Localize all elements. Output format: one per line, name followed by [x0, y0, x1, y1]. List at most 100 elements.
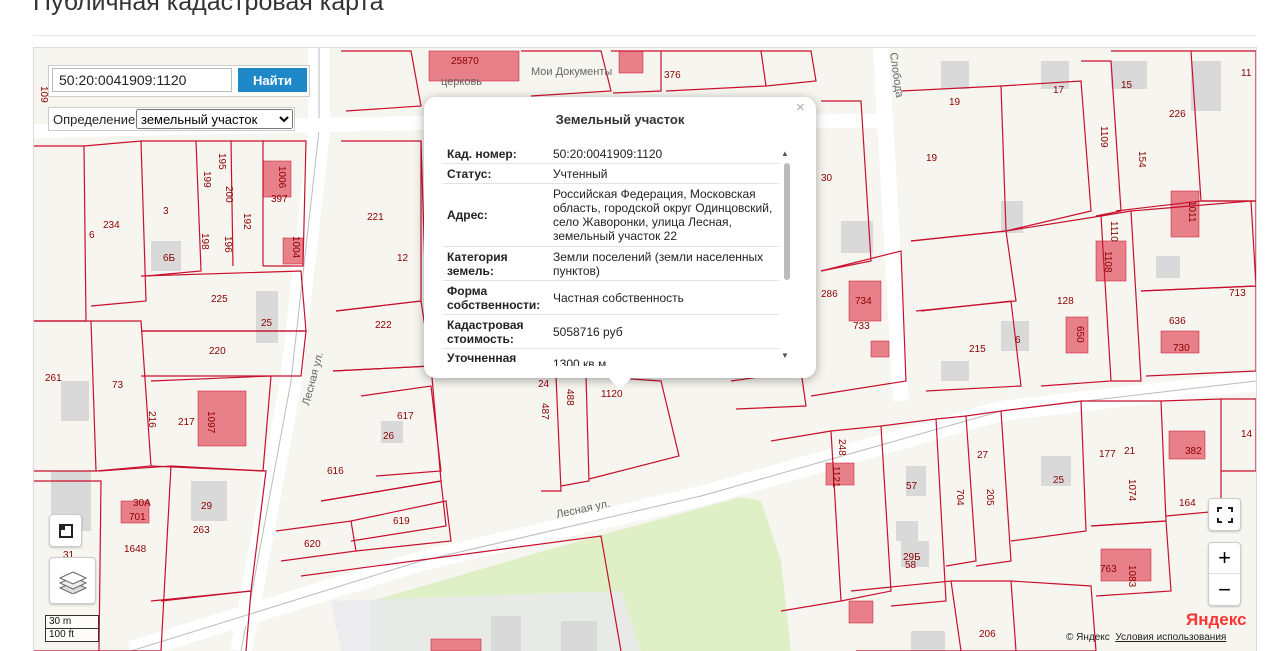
svg-text:248: 248 [836, 439, 847, 456]
scroll-up-arrow-icon[interactable]: ▲ [781, 149, 789, 158]
svg-text:216: 216 [146, 411, 157, 428]
svg-text:21: 21 [1124, 446, 1136, 457]
svg-text:286: 286 [821, 289, 838, 300]
svg-text:25870: 25870 [451, 56, 479, 67]
svg-text:1011: 1011 [1186, 201, 1197, 223]
svg-text:734: 734 [855, 296, 872, 307]
svg-text:церковь: церковь [441, 76, 482, 88]
svg-text:1006: 1006 [276, 166, 287, 189]
svg-text:1097: 1097 [205, 411, 216, 434]
search-input[interactable] [52, 68, 232, 92]
svg-text:1121: 1121 [830, 466, 841, 488]
page-title: Публичная кадастровая карта [33, 0, 384, 16]
svg-text:29: 29 [201, 501, 213, 512]
definition-label: Определение: [53, 112, 139, 127]
svg-text:198: 198 [199, 233, 210, 250]
popup-row-key: Уточненная площадь: [447, 351, 517, 366]
ruler-icon [58, 523, 73, 538]
ruler-button[interactable] [49, 514, 82, 547]
popup-scrollbar[interactable] [784, 163, 790, 280]
zoom-out-button[interactable]: − [1209, 574, 1240, 605]
layers-button[interactable] [49, 557, 96, 604]
popup-row-value: Земли поселений (земли населенных пункто… [553, 249, 764, 278]
svg-text:1074: 1074 [1126, 479, 1137, 502]
popup-row-key: Статус: [447, 167, 492, 181]
svg-text:215: 215 [969, 344, 986, 355]
popup-row-ownership: Форма собственности: Частная собственнос… [443, 280, 779, 314]
popup-row-value: Учтенный [553, 166, 608, 181]
popup-row-value: Частная собственность [553, 290, 684, 305]
scale-bar: 30 m 100 ft [45, 615, 99, 642]
svg-text:1648: 1648 [124, 544, 147, 555]
scroll-down-arrow-icon[interactable]: ▼ [781, 351, 789, 360]
svg-text:1083: 1083 [1126, 565, 1137, 588]
zoom-in-button[interactable]: + [1209, 543, 1240, 574]
svg-text:234: 234 [103, 220, 120, 231]
svg-text:73: 73 [112, 380, 124, 391]
svg-text:57: 57 [906, 481, 918, 492]
svg-text:733: 733 [853, 321, 870, 332]
popup-row-key: Форма собственности: [447, 284, 541, 312]
svg-text:487: 487 [539, 403, 550, 420]
svg-text:14: 14 [1241, 429, 1253, 440]
attribution: © Яндекс Условия использования [1066, 632, 1226, 643]
svg-text:17: 17 [1053, 85, 1065, 96]
svg-text:30А: 30А [133, 498, 151, 509]
svg-text:376: 376 [664, 70, 681, 81]
yandex-logo[interactable]: Яндекс [1186, 610, 1246, 630]
svg-text:192: 192 [241, 213, 252, 230]
svg-text:26: 26 [383, 431, 395, 442]
svg-text:199: 199 [201, 171, 212, 188]
svg-text:650: 650 [1074, 326, 1085, 343]
svg-text:617: 617 [397, 411, 414, 422]
svg-text:154: 154 [1136, 151, 1147, 168]
svg-text:205: 205 [984, 489, 995, 506]
copyright-text: © Яндекс [1066, 632, 1110, 643]
svg-text:225: 225 [211, 294, 228, 305]
svg-text:25: 25 [1053, 475, 1065, 486]
popup-row-area: Уточненная площадь: 1300 кв.м [443, 348, 779, 366]
svg-text:616: 616 [327, 466, 344, 477]
svg-text:488: 488 [564, 389, 575, 406]
svg-text:195: 195 [216, 153, 227, 170]
popup-pointer [608, 377, 632, 390]
svg-text:704: 704 [954, 489, 965, 506]
svg-text:701: 701 [129, 512, 146, 523]
svg-text:19: 19 [926, 153, 938, 164]
svg-text:1108: 1108 [1102, 251, 1113, 273]
svg-text:1120: 1120 [601, 389, 623, 400]
svg-text:12: 12 [397, 253, 409, 264]
svg-text:3: 3 [163, 206, 169, 217]
svg-text:30: 30 [821, 173, 833, 184]
svg-text:25: 25 [261, 318, 273, 329]
svg-text:1110: 1110 [1108, 221, 1119, 242]
definition-select[interactable]: земельный участок [136, 109, 293, 129]
svg-text:620: 620 [304, 539, 321, 550]
svg-text:6Б: 6Б [163, 253, 176, 264]
svg-text:19: 19 [949, 97, 961, 108]
svg-text:58: 58 [905, 560, 917, 571]
svg-text:221: 221 [367, 212, 384, 223]
terms-link[interactable]: Условия использования [1115, 632, 1226, 643]
svg-text:24: 24 [538, 379, 550, 390]
svg-text:Мои Документы: Мои Документы [531, 66, 612, 78]
svg-text:206: 206 [979, 629, 996, 640]
svg-text:261: 261 [45, 373, 62, 384]
fullscreen-button[interactable] [1208, 498, 1241, 531]
svg-text:397: 397 [271, 194, 288, 205]
svg-text:200: 200 [223, 186, 234, 203]
svg-text:6: 6 [89, 230, 95, 241]
popup-row-key: Адрес: [447, 208, 488, 222]
svg-text:27: 27 [977, 450, 989, 461]
zoom-control: + − [1208, 542, 1241, 606]
layers-icon [58, 570, 87, 594]
popup-row-key: Кадастровая стоимость: [447, 318, 524, 346]
popup-row-value: 1300 кв.м [553, 357, 607, 366]
popup-row-address: Адрес: Российская Федерация, Московская … [443, 183, 779, 246]
search-button[interactable]: Найти [238, 68, 307, 92]
scale-metric: 30 m [45, 615, 99, 629]
popup-row-land-category: Категория земель: Земли поселений (земли… [443, 246, 779, 280]
svg-text:164: 164 [1179, 498, 1196, 509]
svg-text:636: 636 [1169, 316, 1186, 327]
svg-text:763: 763 [1100, 564, 1117, 575]
